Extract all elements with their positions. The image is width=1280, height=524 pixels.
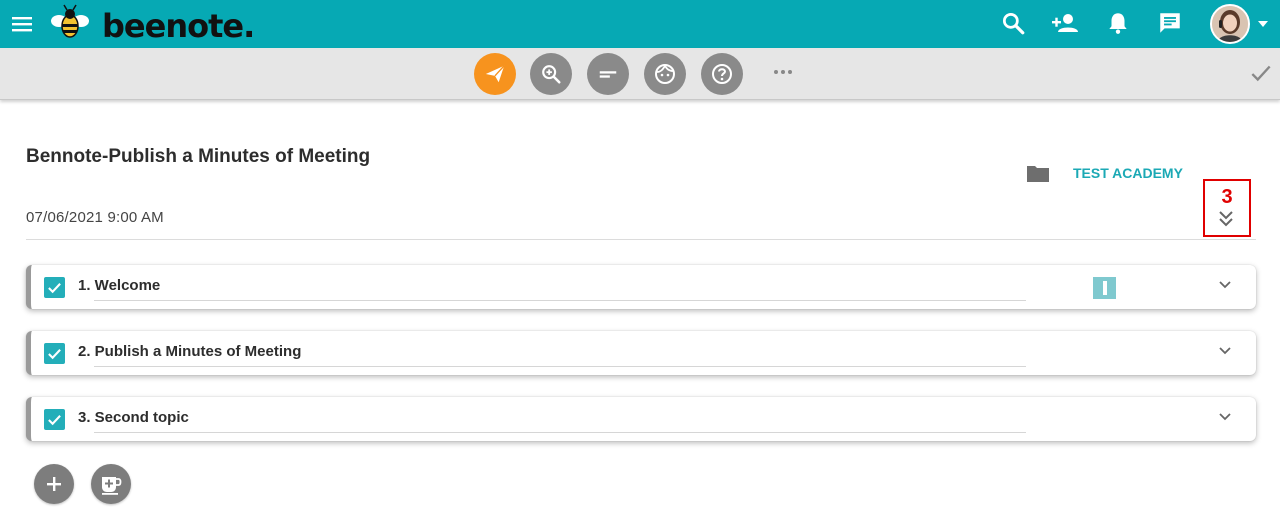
checkmark-icon bbox=[48, 349, 61, 360]
send-icon bbox=[485, 65, 505, 83]
add-topic-icon bbox=[47, 477, 61, 491]
notes-icon bbox=[599, 71, 617, 78]
meeting-datetime: 07/06/2021 9:00 AM bbox=[26, 209, 164, 226]
meeting-title: Bennote-Publish a Minutes of Meeting bbox=[26, 146, 371, 167]
header-divider bbox=[26, 239, 1256, 240]
notes-button[interactable] bbox=[587, 53, 629, 95]
topic-checkbox[interactable] bbox=[44, 343, 65, 364]
help-icon bbox=[712, 64, 732, 84]
zoom-button[interactable] bbox=[530, 53, 572, 95]
send-button[interactable] bbox=[474, 53, 516, 95]
topic-card-3[interactable]: 3. Second topic bbox=[26, 397, 1256, 441]
logo-wordmark: beenote. bbox=[102, 7, 255, 45]
user-photo-icon bbox=[1212, 6, 1248, 42]
face-icon bbox=[655, 64, 675, 84]
menu-icon[interactable] bbox=[10, 12, 34, 36]
checkmark-icon bbox=[48, 283, 61, 294]
add-break-button[interactable] bbox=[91, 464, 131, 504]
help-button[interactable] bbox=[701, 53, 743, 95]
avatar[interactable] bbox=[1210, 4, 1250, 44]
info-bar-icon bbox=[1102, 281, 1107, 295]
add-topic-button[interactable] bbox=[34, 464, 74, 504]
bell-icon[interactable] bbox=[1105, 10, 1131, 36]
topic-title[interactable]: 1. Welcome bbox=[78, 277, 160, 294]
annotation-marker: 3 bbox=[1203, 179, 1251, 237]
check-icon[interactable] bbox=[1248, 60, 1274, 86]
meeting-toolbar bbox=[0, 48, 1280, 100]
search-icon[interactable] bbox=[1000, 10, 1026, 36]
checkmark-icon bbox=[48, 415, 61, 426]
add-user-icon[interactable] bbox=[1051, 10, 1079, 36]
topic-card-2[interactable]: 2. Publish a Minutes of Meeting bbox=[26, 331, 1256, 375]
caret-down-icon[interactable] bbox=[1256, 18, 1270, 30]
marker-number: 3 bbox=[1221, 186, 1233, 208]
beenote-logo[interactable]: beenote. bbox=[50, 3, 255, 45]
chat-icon[interactable] bbox=[1157, 10, 1183, 36]
participants-button[interactable] bbox=[644, 53, 686, 95]
folder-link[interactable]: TEST ACADEMY bbox=[1073, 165, 1183, 181]
chevron-down-icon[interactable] bbox=[1217, 343, 1233, 359]
expand-all-icon[interactable] bbox=[1218, 209, 1234, 227]
add-break-icon bbox=[102, 477, 122, 495]
topic-title[interactable]: 2. Publish a Minutes of Meeting bbox=[78, 343, 301, 360]
info-badge[interactable] bbox=[1093, 277, 1116, 299]
chevron-down-icon[interactable] bbox=[1217, 409, 1233, 425]
topic-title-underline bbox=[94, 300, 1026, 301]
top-app-bar: beenote. bbox=[0, 0, 1280, 48]
topic-title-underline bbox=[94, 366, 1026, 367]
topic-checkbox[interactable] bbox=[44, 277, 65, 298]
chevron-down-icon[interactable] bbox=[1217, 277, 1233, 293]
bee-logo-icon bbox=[51, 4, 89, 38]
topic-card-1[interactable]: 1. Welcome bbox=[26, 265, 1256, 309]
folder-icon bbox=[1027, 166, 1049, 182]
topic-title[interactable]: 3. Second topic bbox=[78, 409, 189, 426]
more-icon[interactable] bbox=[772, 60, 794, 84]
zoom-in-icon bbox=[542, 65, 561, 84]
topic-title-underline bbox=[94, 432, 1026, 433]
topic-checkbox[interactable] bbox=[44, 409, 65, 430]
